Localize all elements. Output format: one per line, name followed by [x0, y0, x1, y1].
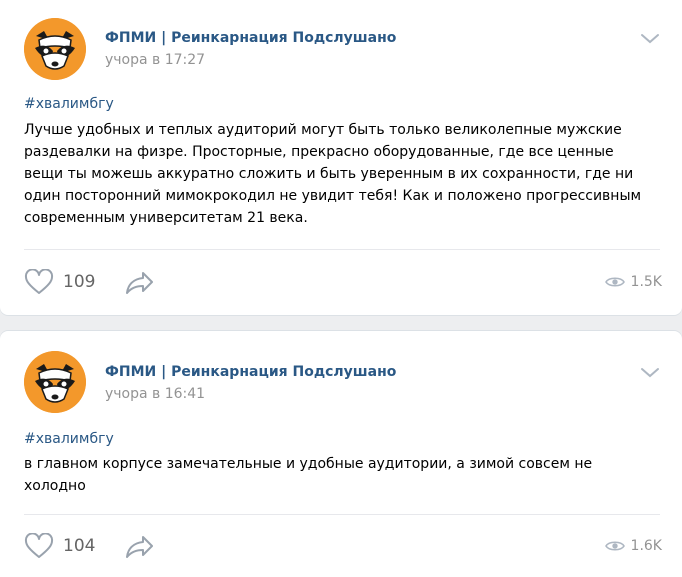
chevron-down-icon[interactable]: [640, 33, 660, 45]
post-timestamp[interactable]: учора в 16:41: [105, 386, 205, 402]
views-counter: 1.6K: [604, 532, 662, 560]
post-author-link[interactable]: ФПМИ | Реинкарнация Подслушано: [105, 30, 396, 46]
like-button[interactable]: 109: [24, 268, 95, 296]
post-text-line: современным университетам 21 века.: [24, 210, 308, 226]
post-hashtag[interactable]: #хвалимбгу: [24, 96, 114, 112]
share-button[interactable]: [124, 532, 156, 560]
post-hashtag[interactable]: #хвалимбгу: [24, 431, 114, 447]
post-text-line: в главном корпусе замечательные и удобны…: [24, 456, 593, 472]
post-text: Лучше удобных и теплых аудиторий могут б…: [24, 119, 669, 229]
post-timestamp[interactable]: учора в 17:27: [105, 52, 205, 68]
post-text-line: вещи ты можешь аккуратно сложить и быть …: [24, 166, 634, 182]
raccoon-avatar[interactable]: [24, 351, 86, 413]
raccoon-avatar[interactable]: [24, 18, 86, 80]
eye-icon: [604, 541, 625, 551]
post-card: ФПМИ | Реинкарнация Подслушано учора в 1…: [0, 331, 682, 577]
views-count: 1.6K: [630, 538, 662, 554]
share-button[interactable]: [124, 268, 156, 296]
like-count: 104: [63, 536, 96, 556]
post-text-line: один посторонний мимокрокодил не увидит …: [24, 188, 642, 204]
post-text-line: раздевалки на физре. Просторные, прекрас…: [24, 144, 614, 160]
post-text-line: холодно: [24, 478, 86, 494]
share-arrow-icon: [126, 536, 153, 558]
post-author-link[interactable]: ФПМИ | Реинкарнация Подслушано: [105, 364, 396, 380]
post-text: в главном корпусе замечательные и удобны…: [24, 453, 669, 497]
post-card: ФПМИ | Реинкарнация Подслушано учора в 1…: [0, 0, 682, 315]
views-count: 1.5K: [630, 274, 662, 290]
post-text-line: Лучше удобных и теплых аудиторий могут б…: [24, 122, 622, 138]
eye-icon: [604, 277, 625, 287]
views-counter: 1.5K: [604, 268, 662, 296]
heart-icon: [24, 533, 54, 558]
heart-icon: [24, 269, 54, 294]
like-count: 109: [63, 272, 96, 292]
share-arrow-icon: [126, 272, 153, 294]
post-divider: [24, 249, 660, 250]
chevron-down-icon[interactable]: [640, 367, 660, 379]
post-divider: [24, 514, 660, 515]
like-button[interactable]: 104: [24, 532, 95, 560]
